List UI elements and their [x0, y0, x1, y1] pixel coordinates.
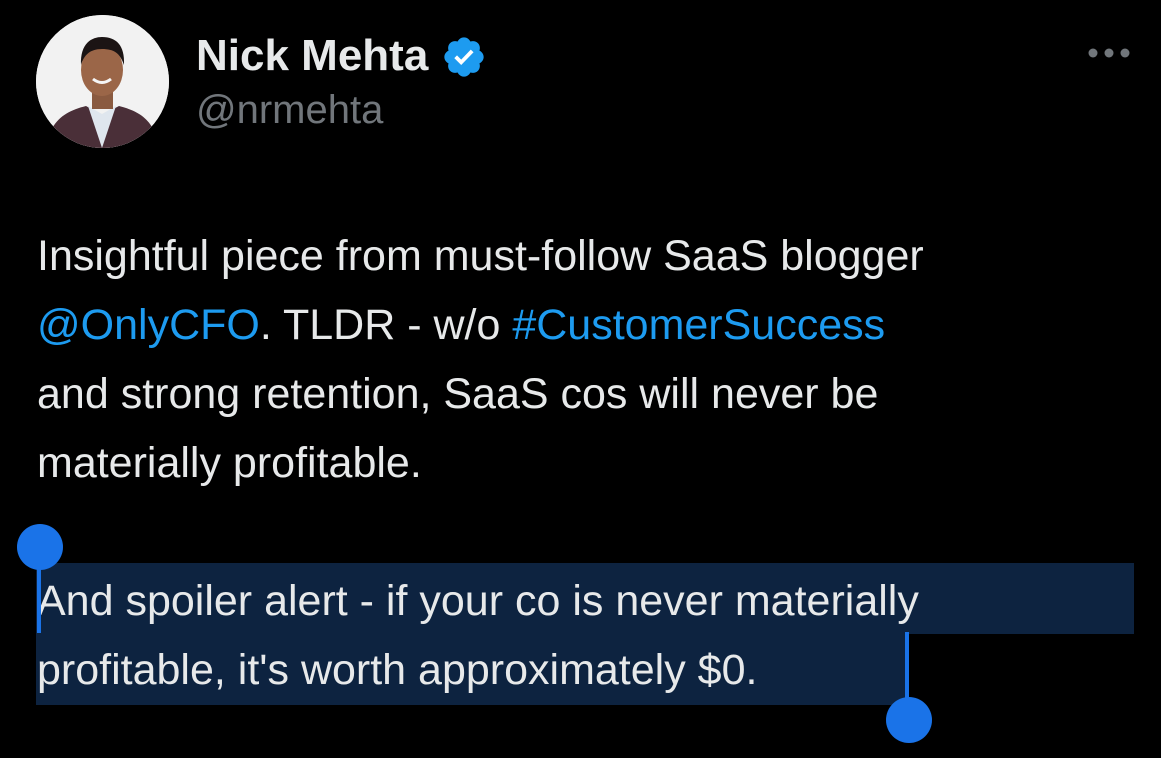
- tweet-text: Insightful piece from must-follow SaaS b…: [37, 222, 1137, 498]
- selected-paragraph[interactable]: And spoiler alert - if your co is never …: [36, 563, 1134, 705]
- tweet-text-segment: . TLDR - w/o: [259, 301, 513, 349]
- author-display-name[interactable]: Nick Mehta: [196, 30, 428, 82]
- tweet-text-segment: materially profitable.: [37, 439, 422, 487]
- selection-start-handle[interactable]: [17, 524, 63, 570]
- hashtag-link-customersuccess[interactable]: #CustomerSuccess: [512, 301, 885, 349]
- tweet-text-segment: and strong retention, SaaS cos will neve…: [37, 370, 879, 418]
- author-handle[interactable]: @nrmehta: [196, 86, 383, 134]
- tweet-line: @OnlyCFO. TLDR - w/o #CustomerSuccess: [37, 291, 1137, 360]
- tweet-card: Nick Mehta @nrmehta Insightful piece fro…: [0, 0, 1161, 758]
- selected-text: And spoiler alert - if your co is never …: [37, 567, 919, 705]
- more-horizontal-icon: [1088, 48, 1130, 58]
- verified-badge-icon: [444, 37, 484, 77]
- tweet-paragraph: Insightful piece from must-follow SaaS b…: [37, 222, 1137, 498]
- selected-line: And spoiler alert - if your co is never …: [37, 577, 919, 625]
- avatar[interactable]: [36, 15, 169, 148]
- tweet-line: materially profitable.: [37, 429, 1137, 498]
- selected-line: profitable, it's worth approximately $0.: [37, 646, 758, 694]
- selection-end-handle[interactable]: [886, 697, 932, 743]
- tweet-line: Insightful piece from must-follow SaaS b…: [37, 222, 1137, 291]
- tweet-text-segment: Insightful piece from must-follow SaaS b…: [37, 232, 924, 280]
- more-menu-button[interactable]: [1086, 42, 1132, 64]
- mention-link-onlycfo[interactable]: @OnlyCFO: [37, 301, 260, 349]
- tweet-line: and strong retention, SaaS cos will neve…: [37, 360, 1137, 429]
